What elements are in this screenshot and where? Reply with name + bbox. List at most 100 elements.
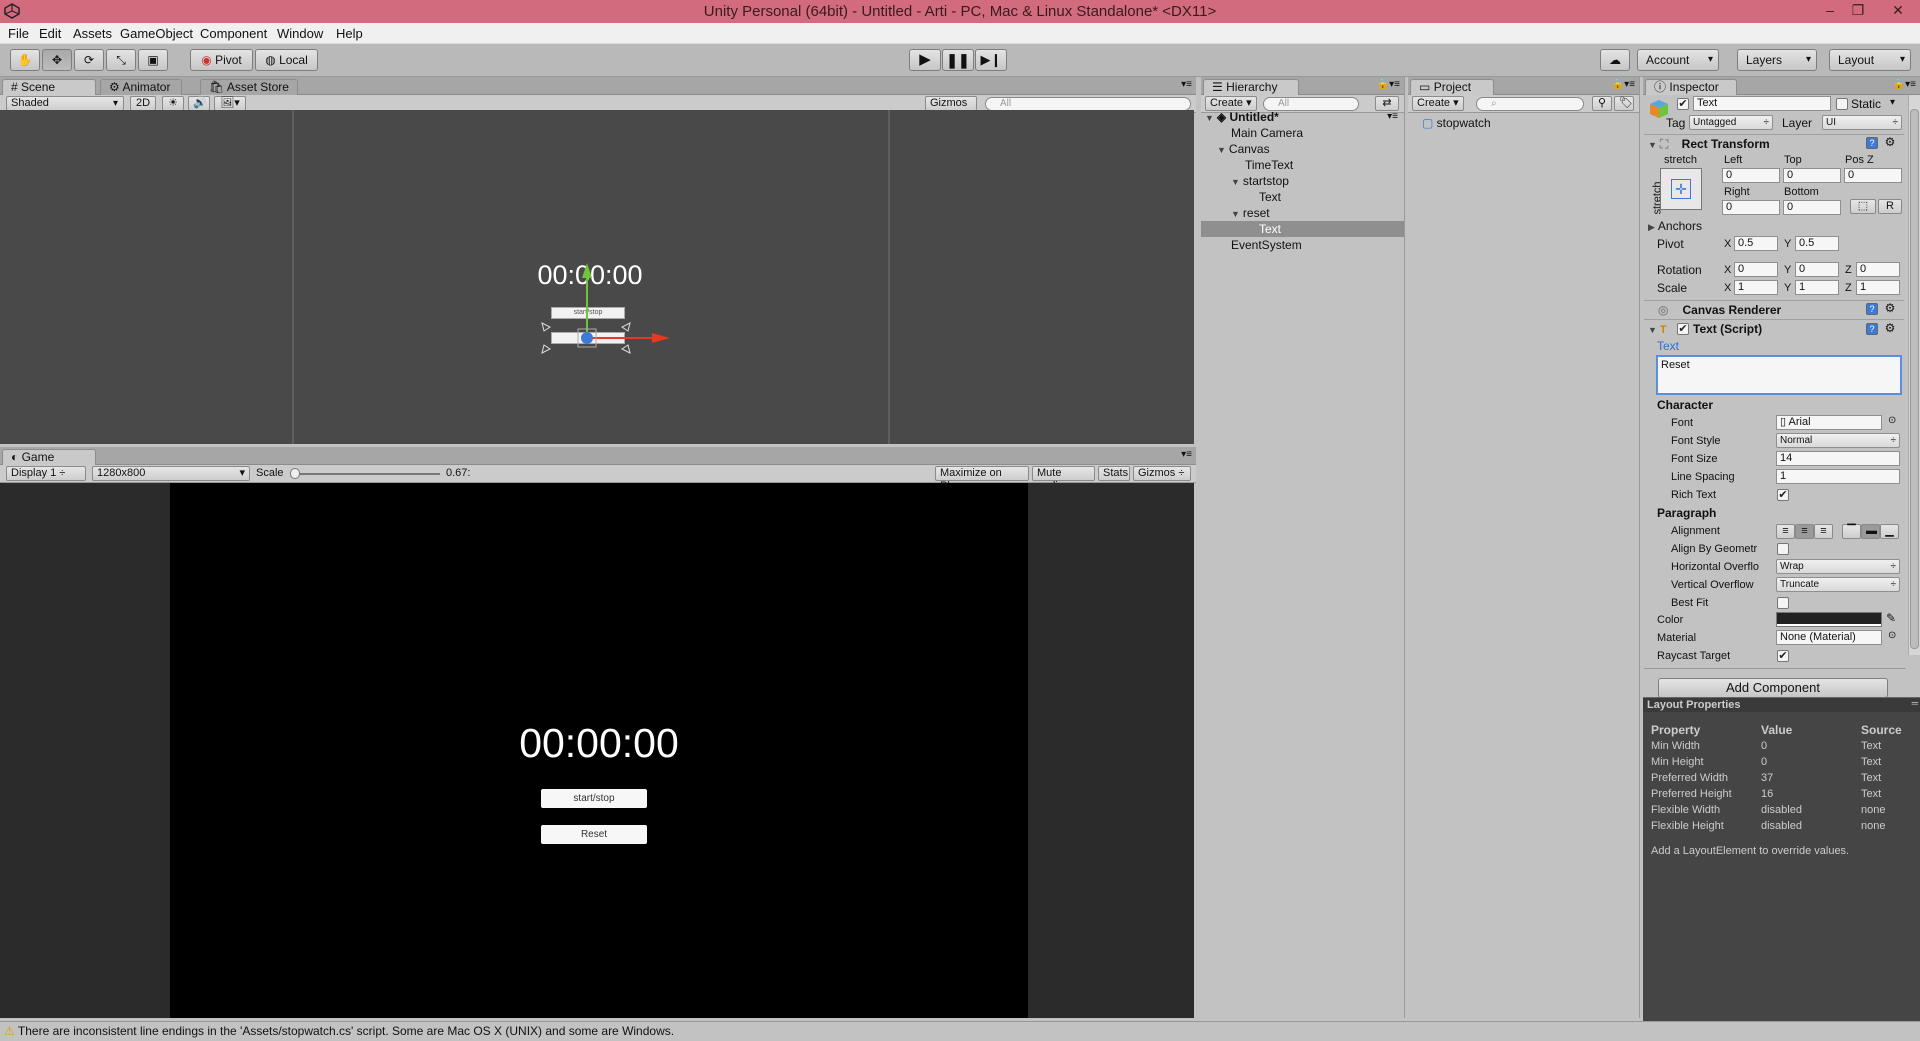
tab-asset-store[interactable]: 🛍 Asset Store [200, 79, 298, 95]
hierarchy-item-eventsystem[interactable]: EventSystem [1231, 237, 1302, 253]
pivot-x-field[interactable]: 0.5 [1734, 236, 1778, 251]
inspector-menu-icon[interactable]: 🔒▾≡ [1893, 79, 1916, 90]
align-top-button[interactable]: ▔ [1842, 524, 1861, 539]
hierarchy-filter-button[interactable]: ⇄ [1375, 96, 1399, 111]
maximize-on-play-toggle[interactable]: Maximize on Play [935, 466, 1029, 492]
mute-audio-toggle[interactable]: Mute audio [1032, 466, 1095, 492]
scale-x-field[interactable]: 1 [1734, 280, 1778, 295]
panel-menu-icon[interactable]: ▾≡ [1181, 79, 1192, 90]
component-gear-icon[interactable]: ⚙ [1884, 322, 1896, 335]
canvas-renderer-header[interactable]: ◎ Canvas Renderer [1644, 300, 1904, 318]
hierarchy-menu-icon[interactable]: 🔒▾≡ [1377, 79, 1400, 90]
text-content-textarea[interactable]: Reset [1656, 355, 1902, 395]
game-reset-button[interactable]: Reset [541, 825, 647, 844]
menu-component[interactable]: Component [200, 26, 267, 41]
component-gear-icon[interactable]: ⚙ [1884, 302, 1896, 315]
toggle-2d-button[interactable]: 2D [130, 96, 156, 111]
move-gizmo-icon[interactable] [530, 245, 690, 375]
posz-field[interactable]: 0 [1844, 168, 1902, 183]
project-search-input[interactable]: ⌕ [1476, 97, 1584, 111]
audio-toggle[interactable]: 🔊 [188, 96, 210, 111]
tab-inspector[interactable]: ⓘ Inspector [1645, 79, 1737, 95]
align-geometry-checkbox[interactable] [1777, 543, 1789, 555]
left-field[interactable]: 0 [1722, 168, 1780, 183]
color-swatch[interactable] [1776, 612, 1882, 627]
tab-animator[interactable]: ⚙ Animator [100, 79, 182, 95]
raw-edit-button[interactable]: R [1878, 199, 1902, 214]
top-field[interactable]: 0 [1783, 168, 1841, 183]
help-book-icon[interactable]: ? [1866, 303, 1878, 315]
resolution-dropdown[interactable]: 1280x800 ▾ [92, 466, 250, 481]
align-center-button[interactable]: ≡ [1795, 524, 1814, 539]
scale-tool-button[interactable]: ⤡ [106, 49, 136, 71]
eyedropper-icon[interactable]: ✎ [1886, 611, 1896, 625]
static-dropdown-arrow-icon[interactable]: ▾ [1890, 97, 1895, 108]
filter-type-button[interactable]: ⚲ [1592, 96, 1612, 111]
rect-transform-header[interactable]: ▼ ⛶ Rect Transform [1644, 134, 1904, 152]
material-field[interactable]: None (Material) [1776, 630, 1882, 645]
rotate-tool-button[interactable]: ⟳ [74, 49, 104, 71]
hand-tool-button[interactable]: ✋ [10, 49, 40, 71]
game-panel-menu-icon[interactable]: ▾≡ [1181, 449, 1192, 460]
text-script-enabled-checkbox[interactable]: ✔ [1677, 323, 1689, 335]
step-button[interactable]: ▶❙ [975, 49, 1007, 71]
layer-dropdown[interactable]: UI [1822, 115, 1902, 130]
hierarchy-item-main-camera[interactable]: Main Camera [1231, 125, 1303, 141]
pivot-toggle[interactable]: ◉ Pivot [190, 49, 253, 71]
scene-menu-icon[interactable]: ▾≡ [1387, 111, 1398, 122]
vertical-overflow-dropdown[interactable]: Truncate [1776, 577, 1900, 592]
pivot-y-field[interactable]: 0.5 [1795, 236, 1839, 251]
menu-edit[interactable]: Edit [39, 26, 61, 41]
line-spacing-field[interactable]: 1 [1776, 469, 1900, 484]
game-viewport[interactable]: 00:00:00 start/stop Reset [0, 483, 1194, 1018]
effects-dropdown[interactable]: 🖼▾ [214, 96, 246, 111]
project-menu-icon[interactable]: 🔒▾≡ [1612, 79, 1635, 90]
lighting-toggle[interactable]: ☀ [162, 96, 184, 111]
align-bottom-button[interactable]: ▁ [1880, 524, 1899, 539]
tab-game[interactable]: ◐ Game [2, 449, 96, 465]
menu-window[interactable]: Window [277, 26, 323, 41]
rotation-x-field[interactable]: 0 [1734, 262, 1778, 277]
hierarchy-item-timetext[interactable]: TimeText [1245, 157, 1293, 173]
scale-slider-thumb[interactable] [290, 468, 300, 479]
help-book-icon[interactable]: ? [1866, 323, 1878, 335]
menu-assets[interactable]: Assets [73, 26, 112, 41]
object-picker-icon[interactable]: ⊙ [1888, 415, 1896, 426]
rotation-z-field[interactable]: 0 [1856, 262, 1900, 277]
menu-help[interactable]: Help [336, 26, 363, 41]
help-book-icon[interactable]: ? [1866, 137, 1878, 149]
bottom-field[interactable]: 0 [1783, 200, 1841, 215]
font-field[interactable]: ▯ Arial [1776, 415, 1882, 430]
font-style-dropdown[interactable]: Normal [1776, 433, 1900, 448]
shading-dropdown[interactable]: Shaded [6, 96, 124, 111]
restore-button[interactable]: ❐ [1844, 0, 1872, 23]
best-fit-checkbox[interactable] [1777, 597, 1789, 609]
local-toggle[interactable]: ◍ Local [255, 49, 318, 71]
active-checkbox[interactable]: ✔ [1677, 98, 1689, 110]
account-dropdown[interactable]: Account [1637, 49, 1719, 71]
rotation-y-field[interactable]: 0 [1795, 262, 1839, 277]
filter-label-button[interactable]: 🏷 [1614, 96, 1634, 111]
hierarchy-scene-root[interactable]: ▼ ◈ Untitled* [1205, 109, 1279, 125]
tab-hierarchy[interactable]: ☰ Hierarchy [1203, 79, 1299, 95]
minimize-button[interactable]: – [1816, 0, 1844, 23]
close-button[interactable]: ✕ [1884, 0, 1912, 23]
rect-tool-button[interactable]: ▣ [138, 49, 168, 71]
scale-y-field[interactable]: 1 [1795, 280, 1839, 295]
rich-text-checkbox[interactable]: ✔ [1777, 489, 1789, 501]
scene-viewport[interactable]: 00:00:00 start/stop [0, 110, 1194, 444]
scale-z-field[interactable]: 1 [1856, 280, 1900, 295]
align-middle-button[interactable]: ▬ [1861, 524, 1880, 539]
inspector-scrollbar-thumb[interactable] [1910, 109, 1919, 649]
object-name-field[interactable]: Text [1693, 96, 1831, 111]
horizontal-overflow-dropdown[interactable]: Wrap [1776, 559, 1900, 574]
project-create-dropdown[interactable]: Create ▾ [1412, 96, 1464, 111]
game-gizmos-dropdown[interactable]: Gizmos ÷ [1133, 466, 1191, 481]
layout-dropdown[interactable]: Layout [1829, 49, 1911, 71]
menu-file[interactable]: File [8, 26, 29, 41]
align-left-button[interactable]: ≡ [1776, 524, 1795, 539]
blueprint-mode-button[interactable]: ⬚ [1850, 199, 1876, 214]
menu-gameobject[interactable]: GameObject [120, 26, 193, 41]
hierarchy-item-startstop[interactable]: ▼ startstop [1231, 173, 1289, 189]
raycast-target-checkbox[interactable]: ✔ [1777, 650, 1789, 662]
